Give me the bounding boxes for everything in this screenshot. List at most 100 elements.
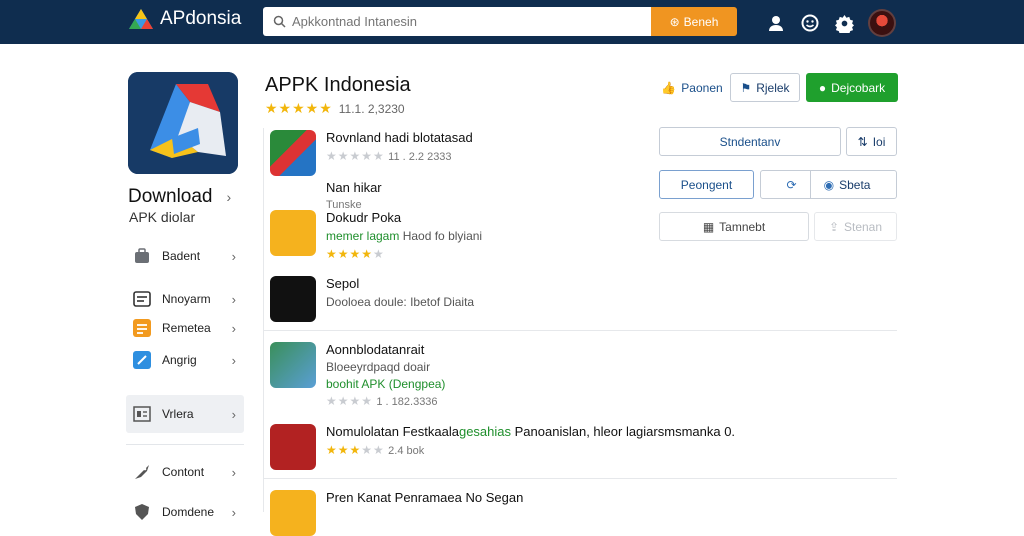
list-item-title-main: Nomulolatan Festkaala bbox=[326, 424, 459, 439]
app-thumbnail bbox=[270, 130, 316, 176]
stenan-label: Stenan bbox=[844, 219, 883, 234]
calendar-icon: ▦ bbox=[702, 219, 715, 234]
list-item-title-tag: gesahias bbox=[458, 424, 512, 439]
split-divider bbox=[809, 171, 811, 198]
sidebar-item-remetea[interactable]: Remetea › bbox=[126, 310, 244, 346]
sidebar-item-contont[interactable]: Contont › bbox=[126, 454, 244, 490]
wrench-icon bbox=[132, 350, 152, 370]
sidebar-item-label: Domdene bbox=[162, 505, 215, 519]
rating-stars: ★★★★★ bbox=[265, 100, 333, 116]
list-item-subtitle: Dooloea doule: Ibetof Diaita bbox=[326, 295, 475, 309]
list-divider bbox=[263, 478, 897, 479]
list-item-title: Sepol bbox=[326, 276, 360, 291]
sidebar-item-angrig[interactable]: Angrig › bbox=[126, 342, 244, 378]
sidebar-item-badent[interactable]: Badent › bbox=[126, 238, 244, 274]
search-field[interactable] bbox=[263, 7, 651, 36]
search-button[interactable]: ⊛ Beneh bbox=[651, 7, 737, 36]
thumbs-up-icon: 👍 bbox=[661, 80, 677, 95]
list-item-subtitle: Bloeeyrdpaqd doair bbox=[326, 360, 431, 374]
dejcobark-button[interactable]: ● Dejcobark bbox=[806, 73, 898, 102]
sidebar-item-label: Vrlera bbox=[162, 407, 194, 421]
list-item-title: Nan hikar bbox=[326, 180, 382, 195]
list-icon bbox=[132, 289, 152, 309]
download-circle-icon: ● bbox=[818, 80, 827, 95]
sort-icon: ⇅ bbox=[857, 134, 868, 149]
shield-icon bbox=[132, 502, 152, 522]
menu-icon bbox=[132, 318, 152, 338]
app-thumbnail bbox=[270, 342, 316, 388]
rjelek-button[interactable]: ⚑ Rjelek bbox=[730, 73, 800, 102]
list-item-title-rest: Panoanislan, hleor lagiarsmsmanka 0. bbox=[514, 424, 736, 439]
stndentanv-button[interactable]: Stndentanv bbox=[659, 127, 841, 156]
stenan-button[interactable]: ⇪ Stenan bbox=[814, 212, 897, 241]
list-item-meta-row: ★★★★★ 11 . 2.2 2333 bbox=[326, 149, 452, 163]
search-button-icon: ⊛ bbox=[669, 14, 680, 29]
download-title: Download bbox=[128, 186, 213, 207]
search-button-label: Beneh bbox=[683, 14, 719, 29]
sidebar-item-label: Badent bbox=[162, 249, 201, 263]
ioi-label: Ioi bbox=[872, 134, 886, 149]
list-item-meta-row: ★★★★★ 2.4 bok bbox=[326, 443, 425, 457]
smiley-icon[interactable] bbox=[800, 13, 820, 33]
search-icon bbox=[273, 15, 286, 28]
peongent-button[interactable]: Peongent bbox=[659, 170, 754, 199]
search-bar: ⊛ Beneh bbox=[263, 7, 737, 36]
sidebar-divider bbox=[126, 444, 244, 445]
list-item-tag: memer lagam bbox=[326, 229, 400, 243]
list-item-meta-row: ★★★★ 1 . 182.3336 bbox=[326, 394, 438, 408]
rating-text: 11.1. 2,3230 bbox=[338, 101, 405, 116]
list-item[interactable]: Nan hikar Tunske bbox=[270, 180, 382, 211]
upload-icon: ⇪ bbox=[828, 219, 839, 234]
chevron-right-icon: › bbox=[231, 320, 236, 336]
brand-name: APdonsia bbox=[160, 8, 242, 29]
list-item[interactable]: Rovnland hadi blotatasad ★★★★★ 11 . 2.2 … bbox=[270, 130, 473, 176]
tag-icon bbox=[132, 462, 152, 482]
chevron-right-icon: › bbox=[231, 352, 236, 368]
chevron-right-icon: › bbox=[226, 189, 232, 205]
top-bar: APdonsia ⊛ Beneh bbox=[0, 0, 1024, 44]
app-thumbnail bbox=[270, 210, 316, 256]
sidebar-item-label: Nnoyarm bbox=[162, 292, 211, 306]
list-item[interactable]: Pren Kanat Penramaea No Segan bbox=[270, 490, 523, 536]
list-item[interactable]: Dokudr Poka memer lagam Haod fo blyiani … bbox=[270, 210, 482, 261]
list-item-tag: boohit APK (Dengpea) bbox=[326, 377, 446, 391]
list-item-meta: 11 . 2.2 2333 bbox=[388, 151, 452, 163]
rating-stars: ★★★★★ bbox=[326, 247, 385, 261]
chevron-right-icon: › bbox=[231, 406, 236, 422]
list-item-title: Pren Kanat Penramaea No Segan bbox=[326, 490, 524, 505]
search-input[interactable] bbox=[292, 14, 632, 29]
sidebar-item-label: Contont bbox=[162, 465, 205, 479]
grid-icon bbox=[132, 404, 152, 424]
bag-icon bbox=[132, 246, 152, 266]
list-item-title: Nomulolatan Festkaalagesahias Panoanisla… bbox=[326, 424, 735, 439]
tamnebt-button[interactable]: ▦ Tamnebt bbox=[659, 212, 809, 241]
sidebar-item-vrlera[interactable]: Vrlera › bbox=[126, 395, 244, 433]
dejcobark-label: Dejcobark bbox=[831, 80, 886, 95]
app-thumbnail bbox=[270, 276, 316, 322]
app-thumbnail bbox=[270, 424, 316, 470]
rjelek-label: Rjelek bbox=[756, 80, 790, 95]
brand-logo-icon bbox=[129, 9, 153, 29]
sbeta-label: Sbeta bbox=[839, 177, 871, 192]
list-item-subtitle: Haod fo blyiani bbox=[402, 229, 483, 243]
paonen-button[interactable]: 👍 Paonen bbox=[661, 73, 722, 102]
chevron-right-icon: › bbox=[231, 248, 236, 264]
download-heading[interactable]: Download › bbox=[128, 186, 231, 208]
chevron-right-icon: › bbox=[231, 291, 236, 307]
chevron-right-icon: › bbox=[231, 504, 236, 520]
list-item-title: Aonnblodatanrait bbox=[326, 342, 425, 357]
sidebar-item-domdene[interactable]: Domdene › bbox=[126, 494, 244, 530]
list-item[interactable]: Nomulolatan Festkaalagesahias Panoanisla… bbox=[270, 424, 735, 470]
top-icons bbox=[766, 9, 896, 37]
avatar[interactable] bbox=[868, 9, 896, 37]
list-item[interactable]: Aonnblodatanrait Bloeeyrdpaqd doair booh… bbox=[270, 342, 445, 408]
gear-icon[interactable] bbox=[834, 13, 854, 33]
list-item[interactable]: Sepol Dooloea doule: Ibetof Diaita bbox=[270, 276, 474, 322]
flag-icon: ⚑ bbox=[740, 80, 752, 95]
content-divider-vertical bbox=[263, 128, 264, 512]
chevron-right-icon: › bbox=[231, 464, 236, 480]
ioi-button[interactable]: ⇅ Ioi bbox=[846, 127, 897, 156]
brand[interactable]: APdonsia bbox=[128, 8, 241, 30]
sbeta-button[interactable]: ⟳ ◉ Sbeta bbox=[760, 170, 897, 199]
user-check-icon[interactable] bbox=[766, 13, 786, 33]
